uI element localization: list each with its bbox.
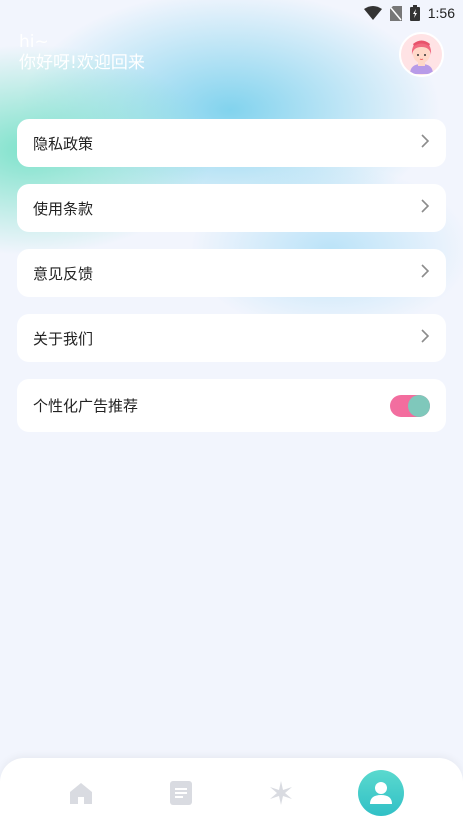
personalized-ads-toggle[interactable] [390, 394, 430, 417]
menu-item-label: 关于我们 [33, 329, 94, 348]
menu-item-about-us[interactable]: 关于我们 [17, 314, 446, 362]
menu-item-label: 使用条款 [33, 199, 94, 218]
wifi-icon [363, 6, 382, 20]
status-time: 1:56 [427, 5, 455, 21]
bottom-tab-bar [0, 758, 463, 824]
menu-item-label: 个性化广告推荐 [33, 397, 139, 415]
menu-item-personalized-ads: 个性化广告推荐 [17, 379, 446, 432]
greeting-line-1: hi~ [19, 32, 49, 52]
menu-item-terms-of-use[interactable]: 使用条款 [17, 184, 446, 232]
menu-item-privacy-policy[interactable]: 隐私政策 [17, 119, 446, 167]
chevron-right-icon [420, 263, 430, 283]
sparkle-icon [270, 781, 292, 805]
greeting-line-2: 你好呀!欢迎回来 [19, 53, 145, 73]
status-bar: 1:56 [0, 0, 463, 26]
tab-sparkle[interactable] [258, 770, 304, 816]
document-icon [170, 781, 192, 805]
avatar[interactable] [399, 32, 444, 77]
user-icon [370, 782, 392, 804]
tab-profile[interactable] [358, 770, 404, 816]
greeting: hi~ 你好呀!欢迎回来 [19, 32, 145, 74]
avatar-girl-icon [401, 34, 442, 75]
tab-document[interactable] [158, 770, 204, 816]
chevron-right-icon [420, 328, 430, 348]
battery-charging-icon [409, 5, 420, 21]
settings-menu: 隐私政策 使用条款 意见反馈 关于我们 个性化广告推荐 [17, 119, 446, 449]
menu-item-label: 隐私政策 [33, 134, 94, 153]
menu-item-label: 意见反馈 [33, 264, 94, 283]
chevron-right-icon [420, 198, 430, 218]
menu-item-feedback[interactable]: 意见反馈 [17, 249, 446, 297]
tab-home[interactable] [58, 770, 104, 816]
toggle-knob [408, 394, 430, 417]
home-icon [70, 783, 92, 804]
no-sim-icon [389, 5, 402, 21]
chevron-right-icon [420, 133, 430, 153]
